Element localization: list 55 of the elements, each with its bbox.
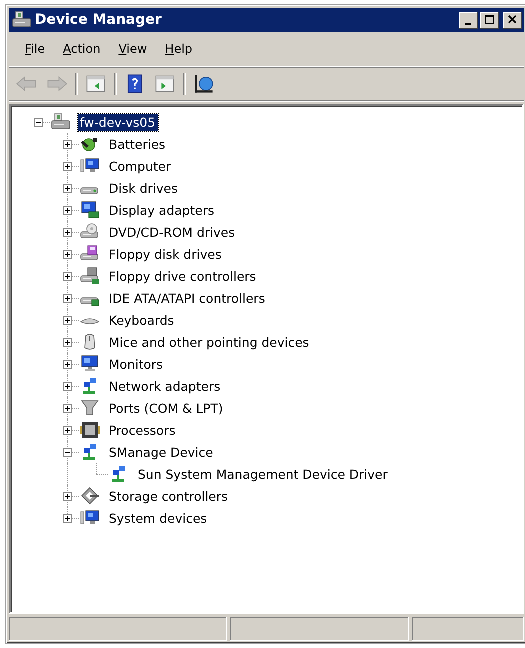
expander-toggle[interactable] [63, 338, 72, 346]
tree-item[interactable]: Ports (COM & LPT) [107, 400, 226, 416]
tree-item[interactable]: Mice and other pointing devices [107, 334, 312, 350]
expander-toggle[interactable] [63, 294, 72, 302]
tree-item[interactable]: fw-dev-vs05 [78, 114, 158, 130]
expander-toggle[interactable] [63, 184, 72, 192]
toolbar-button[interactable] [192, 73, 216, 95]
tree-item[interactable]: Computer [107, 158, 174, 174]
tree-item[interactable]: IDE ATA/ATAPI controllers [107, 290, 268, 306]
tree-item[interactable]: SManage Device [107, 444, 216, 460]
close-button[interactable] [503, 12, 522, 28]
menu-item[interactable]: File [21, 40, 50, 58]
maximize-button[interactable] [480, 12, 499, 28]
close-icon [506, 15, 518, 25]
tree-item[interactable]: DVD/CD-ROM drives [107, 224, 238, 240]
expander-toggle[interactable] [63, 140, 72, 148]
expander-toggle[interactable] [63, 360, 72, 368]
processor-icon [80, 421, 100, 439]
minimize-button[interactable] [459, 12, 478, 28]
tree-item[interactable]: Monitors [107, 356, 166, 372]
menu-item[interactable]: View [114, 40, 152, 58]
tree-item[interactable]: Keyboards [107, 312, 176, 328]
expander-toggle[interactable] [63, 316, 72, 324]
expander-toggle[interactable] [63, 514, 72, 522]
expander-toggle[interactable] [63, 382, 72, 390]
expander-toggle[interactable] [63, 426, 72, 434]
expander-toggle[interactable] [63, 206, 72, 214]
window-title: Device Manager [35, 12, 163, 28]
tree-item[interactable]: Network adapters [107, 378, 223, 394]
computer-icon [12, 11, 32, 29]
dvd-icon [80, 223, 100, 241]
expander-toggle[interactable] [63, 448, 72, 456]
menu-item[interactable]: Action [59, 40, 105, 58]
tree-item[interactable]: System devices [107, 510, 210, 526]
expander-toggle[interactable] [63, 272, 72, 280]
expander-toggle[interactable] [63, 162, 72, 170]
expander-toggle[interactable] [63, 228, 72, 236]
expander-toggle[interactable] [63, 492, 72, 500]
tree-item[interactable]: Storage controllers [107, 488, 230, 504]
server-icon [51, 113, 71, 131]
tree-item[interactable]: Batteries [107, 136, 168, 152]
maximize-icon [484, 15, 496, 25]
display-icon [80, 201, 100, 219]
tree-item[interactable]: Floppy drive controllers [107, 268, 258, 284]
tree-item[interactable]: Disk drives [107, 180, 180, 196]
expander-toggle[interactable] [63, 404, 72, 412]
expander-toggle[interactable] [34, 118, 43, 126]
tree-item[interactable]: Display adapters [107, 202, 216, 218]
menu-item[interactable]: Help [161, 40, 197, 58]
tree-item[interactable]: Sun System Management Device Driver [136, 466, 390, 482]
tree-item[interactable]: Processors [107, 422, 178, 438]
expander-toggle[interactable] [63, 250, 72, 258]
minimize-icon [464, 22, 470, 24]
floppy-icon [80, 245, 100, 263]
tree-item[interactable]: Floppy disk drives [107, 246, 224, 262]
